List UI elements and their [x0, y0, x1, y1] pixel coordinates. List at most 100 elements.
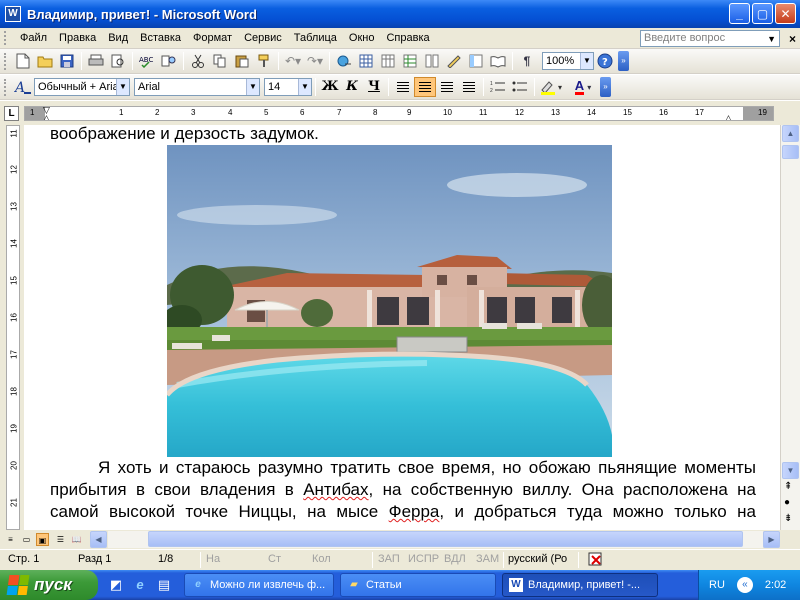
status-record-macro[interactable]: ЗАП [378, 553, 400, 565]
quick-launch-ie-icon[interactable]: e [132, 577, 148, 593]
quick-launch-word-icon[interactable]: ◩ [108, 577, 124, 593]
menu-window[interactable]: Окно [343, 32, 381, 44]
save-icon[interactable] [56, 51, 78, 71]
drawing-icon[interactable] [443, 51, 465, 71]
paste-icon[interactable] [231, 51, 253, 71]
villa-pool-photo[interactable] [167, 145, 612, 457]
minimize-button[interactable]: _ [729, 3, 750, 24]
status-extend[interactable]: ВДЛ [444, 553, 466, 565]
help-dropdown-icon[interactable]: ▼ [767, 34, 776, 44]
vertical-scrollbar[interactable]: ▲ ▼ ⇞ ● ⇟ [780, 125, 800, 530]
bullets-icon[interactable] [509, 77, 531, 97]
status-language[interactable]: русский (Ро [508, 553, 567, 565]
menu-view[interactable]: Вид [102, 32, 134, 44]
taskbar-item[interactable]: ▰ Статьи [340, 573, 496, 597]
quick-launch-desktop-icon[interactable]: ▤ [156, 577, 172, 593]
print-icon[interactable] [85, 51, 107, 71]
align-left-button[interactable] [392, 77, 414, 97]
font-select[interactable]: Arial ▼ [134, 78, 260, 96]
justify-button[interactable] [458, 77, 480, 97]
copy-icon[interactable] [209, 51, 231, 71]
language-indicator[interactable]: RU [709, 579, 725, 591]
font-color-icon[interactable]: A ▾ [568, 77, 598, 97]
left-indent-marker[interactable]: △ [43, 113, 50, 120]
align-right-button[interactable] [436, 77, 458, 97]
insert-excel-icon[interactable] [399, 51, 421, 71]
right-indent-marker[interactable]: △ [725, 113, 732, 120]
close-document-button[interactable]: × [789, 32, 796, 46]
underline-button[interactable]: Ч [363, 77, 385, 97]
spelling-icon[interactable]: ABC [136, 51, 158, 71]
menu-edit[interactable]: Правка [53, 32, 102, 44]
menu-table[interactable]: Таблица [288, 32, 343, 44]
vertical-ruler[interactable]: 11 12 13 14 15 16 17 18 19 20 21 [6, 125, 20, 530]
menu-tools[interactable]: Сервис [238, 32, 288, 44]
horizontal-ruler[interactable]: 1 2 1 2 3 4 5 6 7 8 9 10 11 12 13 14 15 … [24, 106, 774, 121]
menu-format[interactable]: Формат [187, 32, 238, 44]
open-folder-icon[interactable] [34, 51, 56, 71]
bold-button[interactable]: Ж [319, 77, 341, 97]
horizontal-scroll-thumb[interactable] [148, 531, 743, 547]
toolbar-options-icon[interactable]: » [618, 51, 629, 71]
scroll-down-button[interactable]: ▼ [782, 462, 799, 479]
font-size-select[interactable]: 14 ▼ [264, 78, 312, 96]
taskbar-item[interactable]: e Можно ли извлечь ф... [184, 573, 334, 597]
align-center-button[interactable] [414, 77, 436, 97]
numbering-icon[interactable]: 12 [487, 77, 509, 97]
highlight-icon[interactable]: ▾ [538, 77, 568, 97]
next-page-icon[interactable]: ⇟ [784, 513, 792, 524]
web-layout-icon[interactable]: ▭ [20, 533, 33, 546]
misspelled-word[interactable]: Антибах [303, 480, 368, 499]
show-hide-paragraph-icon[interactable]: ¶ [516, 51, 538, 71]
styles-formatting-icon[interactable]: A [12, 77, 34, 97]
scroll-left-button[interactable]: ◀ [90, 531, 107, 548]
normal-view-icon[interactable]: ≡ [4, 533, 17, 546]
menu-grip[interactable] [4, 31, 8, 45]
insert-hyperlink-icon[interactable] [333, 51, 355, 71]
scroll-up-button[interactable]: ▲ [782, 125, 799, 142]
print-preview-icon[interactable] [107, 51, 129, 71]
clock[interactable]: 2:02 [765, 579, 786, 591]
close-button[interactable]: ✕ [775, 3, 796, 24]
redo-icon[interactable]: ↷▾ [304, 51, 326, 71]
zoom-select[interactable]: 100% ▼ [542, 52, 594, 70]
select-browse-object-icon[interactable]: ● [784, 497, 790, 508]
tables-borders-icon[interactable] [355, 51, 377, 71]
italic-button[interactable]: К [341, 77, 363, 97]
cut-icon[interactable] [187, 51, 209, 71]
toolbar-grip[interactable] [4, 52, 8, 70]
previous-page-icon[interactable]: ⇞ [784, 481, 792, 492]
read-icon[interactable] [487, 51, 509, 71]
misspelled-word[interactable]: Ферра [389, 502, 440, 521]
research-icon[interactable] [158, 51, 180, 71]
reading-layout-icon[interactable]: 📖 [70, 533, 83, 546]
help-question-input[interactable]: Введите вопрос [640, 30, 780, 47]
start-button[interactable]: пуск [0, 570, 98, 600]
scroll-thumb[interactable] [782, 145, 799, 159]
tab-selector[interactable]: L [4, 106, 19, 121]
toolbar-grip[interactable] [4, 78, 8, 96]
document-map-icon[interactable] [465, 51, 487, 71]
status-overtype[interactable]: ЗАМ [476, 553, 499, 565]
undo-icon[interactable]: ↶▾ [282, 51, 304, 71]
scroll-right-button[interactable]: ▶ [763, 531, 780, 548]
menu-help[interactable]: Справка [380, 32, 435, 44]
new-document-icon[interactable] [12, 51, 34, 71]
spelling-status-icon[interactable] [588, 552, 610, 569]
document-page[interactable]: воображение и дерзость задумок. Я хоть и… [24, 125, 780, 530]
columns-icon[interactable] [421, 51, 443, 71]
word-app-icon[interactable]: W [5, 6, 21, 22]
format-painter-icon[interactable] [253, 51, 275, 71]
toolbar-options-icon[interactable]: » [600, 77, 611, 97]
show-hidden-icons-icon[interactable]: « [736, 577, 753, 593]
taskbar-item-active[interactable]: W Владимир, привет! -... [502, 573, 658, 597]
help-icon[interactable]: ? [594, 51, 616, 71]
menu-file[interactable]: Файл [14, 32, 53, 44]
style-select[interactable]: Обычный + Aria ▼ [34, 78, 130, 96]
menu-insert[interactable]: Вставка [134, 32, 187, 44]
status-track-changes[interactable]: ИСПР [408, 553, 439, 565]
outline-view-icon[interactable]: ☰ [54, 533, 67, 546]
maximize-button[interactable]: ▢ [752, 3, 773, 24]
insert-table-icon[interactable] [377, 51, 399, 71]
print-layout-icon[interactable]: ▣ [36, 533, 49, 546]
